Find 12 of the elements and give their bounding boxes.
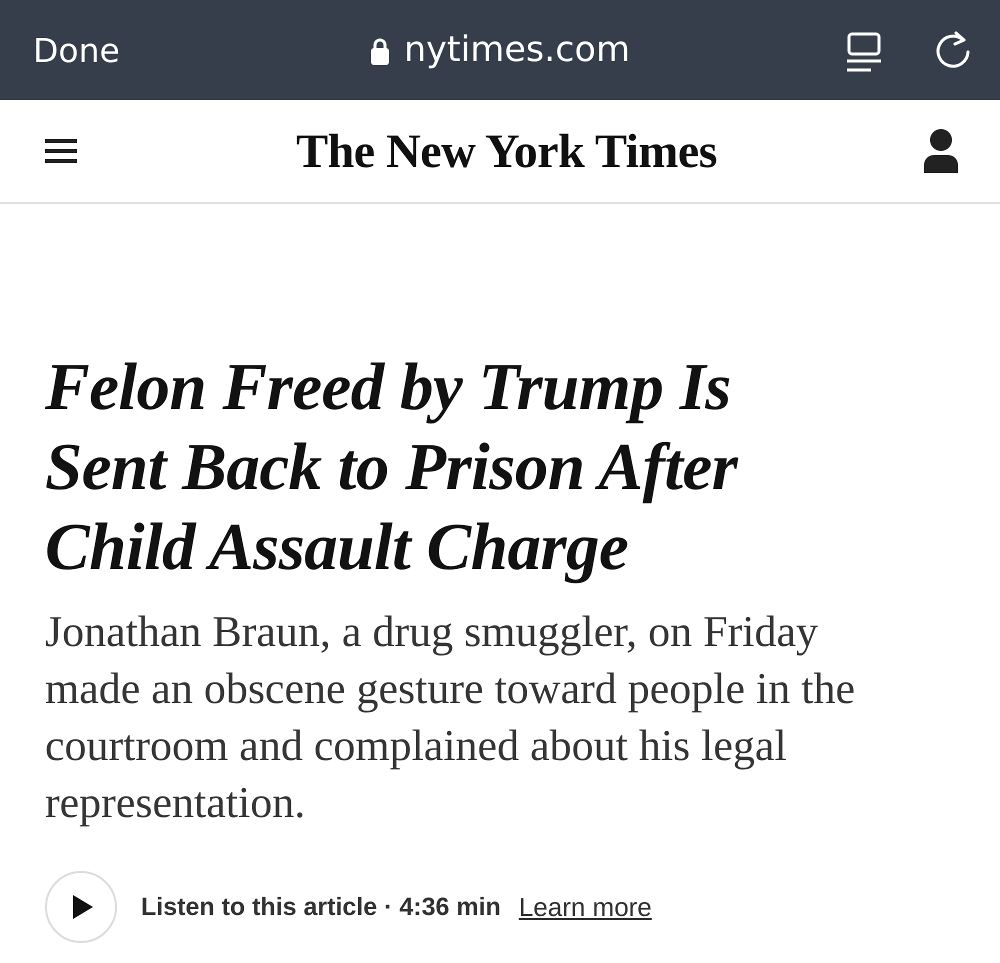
site-logo[interactable]: The New York Times xyxy=(296,124,717,178)
article-headline: Felon Freed by Trump Is Sent Back to Prison After Child Assault Charge xyxy=(45,349,740,586)
url-text[interactable]: nytimes.com xyxy=(402,30,630,70)
article-summary: Jonathan Braun, a drug smuggler, on Friday made an obscene gesture toward people in the courtroom and complained about his legal representation. xyxy=(45,606,856,829)
menu-icon[interactable] xyxy=(45,139,77,163)
done-button[interactable]: Done xyxy=(33,30,120,70)
listen-label: Listen to this article · 4:36 min xyxy=(141,892,501,922)
play-icon xyxy=(73,895,93,919)
learn-more-link[interactable]: Learn more xyxy=(518,892,652,922)
account-icon[interactable] xyxy=(924,129,958,173)
reload-icon[interactable] xyxy=(934,31,972,69)
reader-view-icon[interactable] xyxy=(846,32,882,72)
